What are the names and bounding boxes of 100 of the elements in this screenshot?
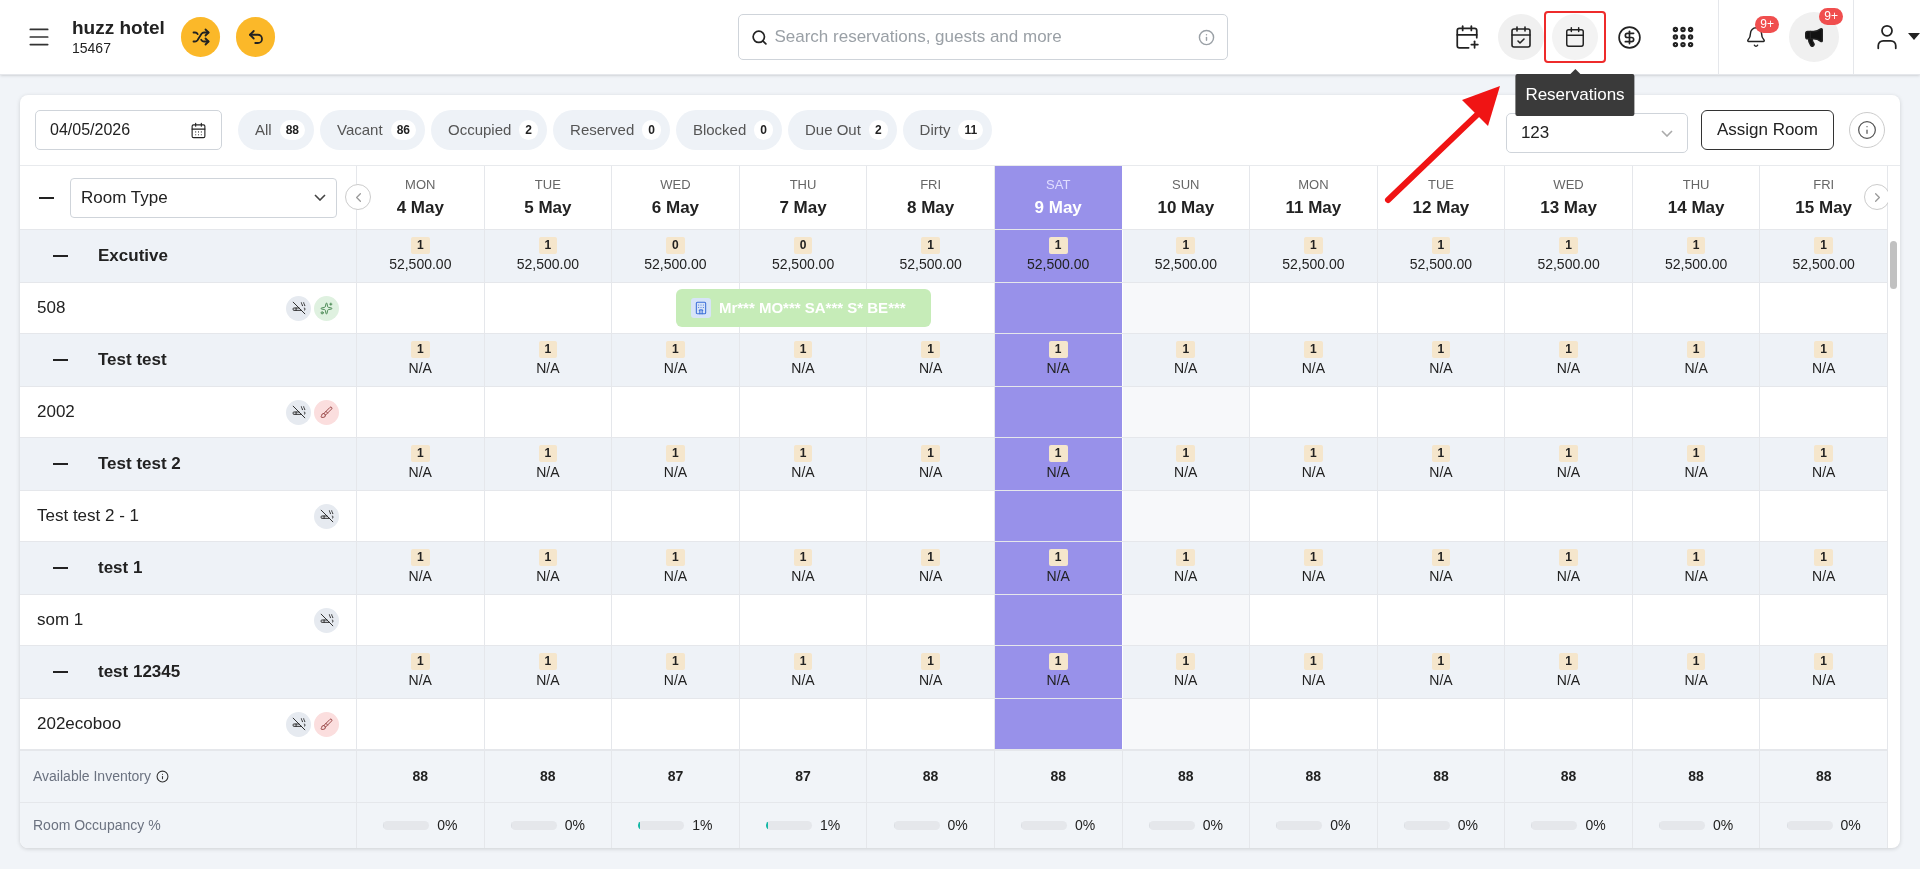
date-field[interactable]: 04/05/2026 bbox=[35, 110, 222, 150]
info-icon bbox=[1198, 28, 1215, 46]
rate-plan-select[interactable]: 123 bbox=[1505, 113, 1688, 153]
day-header: MON 11 May bbox=[1250, 166, 1378, 229]
inventory-count: 88 bbox=[922, 767, 939, 786]
available-count: 1 bbox=[1559, 445, 1578, 462]
booking-cell[interactable] bbox=[1122, 699, 1251, 749]
shuffle-icon bbox=[191, 28, 210, 46]
rate-text: N/A bbox=[1556, 359, 1581, 378]
available-count: 1 bbox=[1814, 653, 1834, 670]
rate-text: N/A bbox=[1684, 671, 1708, 690]
calendar-check-button[interactable] bbox=[1498, 14, 1544, 60]
day-header: TUE 12 May bbox=[1377, 166, 1506, 229]
minus-icon bbox=[38, 196, 54, 199]
inventory-count: 88 bbox=[412, 767, 429, 786]
filter-chip[interactable]: Occupied 2 bbox=[431, 110, 548, 150]
available-count: 1 bbox=[1559, 237, 1578, 254]
available-count: 1 bbox=[1048, 653, 1068, 670]
available-count: 1 bbox=[1176, 341, 1196, 358]
available-count: 0 bbox=[666, 237, 685, 254]
rate-text: N/A bbox=[791, 567, 815, 586]
available-count: 1 bbox=[538, 653, 558, 670]
occupancy-percent: 0% bbox=[1330, 816, 1351, 835]
search-field[interactable]: Search reservations, guests and more bbox=[738, 14, 1228, 60]
scrollbar-thumb[interactable] bbox=[1890, 241, 1897, 289]
room-type-name: Test test 2 bbox=[98, 453, 181, 476]
rate-text: N/A bbox=[1556, 567, 1581, 586]
dollar-icon bbox=[1616, 24, 1642, 50]
inventory-label: Available Inventory bbox=[33, 767, 152, 786]
occupancy-percent: 0% bbox=[1202, 816, 1223, 835]
rate-plan-value: 123 bbox=[1520, 122, 1550, 145]
rate-text: 52,500.00 bbox=[771, 255, 835, 274]
room-type-name: Test test bbox=[98, 349, 167, 372]
day-header: FRI 8 May bbox=[867, 166, 995, 229]
day-header: THU 14 May bbox=[1632, 166, 1761, 229]
occupancy-percent: 0% bbox=[1585, 816, 1606, 835]
available-count: 1 bbox=[1814, 445, 1834, 462]
notification-count: 9+ bbox=[1755, 16, 1779, 33]
booking-cell[interactable] bbox=[1122, 491, 1251, 541]
minus-icon bbox=[52, 359, 68, 361]
booking-cell[interactable] bbox=[1122, 387, 1251, 437]
available-count: 1 bbox=[1176, 549, 1196, 566]
inventory-count: 87 bbox=[795, 767, 811, 786]
group-by-select[interactable]: Room Type bbox=[70, 177, 337, 218]
calendar-icon bbox=[1564, 26, 1586, 48]
occupancy-percent: 0% bbox=[564, 816, 585, 835]
available-count: 1 bbox=[1304, 341, 1323, 358]
available-count: 1 bbox=[1431, 653, 1451, 670]
day-header: SAT 9 May bbox=[994, 166, 1123, 229]
rate-text: 52,500.00 bbox=[516, 255, 579, 274]
occupancy-percent: 0% bbox=[1840, 816, 1861, 835]
apps-icon bbox=[1670, 24, 1696, 50]
megaphone-icon bbox=[1803, 26, 1825, 48]
rate-text: N/A bbox=[663, 671, 688, 690]
booking-cell[interactable] bbox=[1122, 595, 1251, 645]
shuffle-button[interactable] bbox=[180, 17, 221, 57]
undo-button[interactable] bbox=[236, 17, 276, 57]
filter-chip[interactable]: Dirty 11 bbox=[902, 110, 993, 150]
reservations-button[interactable] bbox=[1552, 14, 1598, 60]
rate-text: 52,500.00 bbox=[899, 255, 962, 274]
available-count: 1 bbox=[1176, 653, 1196, 670]
available-count: 1 bbox=[1814, 341, 1834, 358]
occupancy-label: Room Occupancy % bbox=[33, 816, 161, 835]
inventory-count: 88 bbox=[1688, 767, 1704, 786]
rate-text: 52,500.00 bbox=[389, 255, 452, 274]
assign-room-button[interactable]: Assign Room bbox=[1700, 110, 1834, 150]
announcement-count: 9+ bbox=[1819, 8, 1843, 25]
rate-text: 52,500.00 bbox=[1154, 255, 1217, 274]
rate-text: N/A bbox=[663, 567, 688, 586]
rate-text: N/A bbox=[1174, 671, 1198, 690]
notifications-button[interactable]: 9+ bbox=[1733, 14, 1779, 60]
available-count: 1 bbox=[538, 237, 558, 254]
filter-chip[interactable]: Due Out 2 bbox=[788, 110, 897, 150]
search-input[interactable]: Search reservations, guests and more bbox=[774, 24, 1192, 50]
available-count: 1 bbox=[666, 445, 685, 462]
booking-cell[interactable] bbox=[1122, 283, 1251, 333]
rate-text: N/A bbox=[1684, 463, 1708, 482]
available-count: 1 bbox=[666, 653, 685, 670]
day-header: SUN 10 May bbox=[1122, 166, 1251, 229]
filter-chip[interactable]: Reserved 0 bbox=[553, 110, 670, 150]
filter-chip[interactable]: Blocked 0 bbox=[675, 110, 782, 150]
rate-text: 52,500.00 bbox=[1792, 255, 1855, 274]
filter-chip[interactable]: Vacant 86 bbox=[320, 110, 425, 150]
available-count: 1 bbox=[1559, 341, 1578, 358]
filter-chip[interactable]: All 88 bbox=[238, 110, 315, 150]
room-type-name: test 12345 bbox=[98, 661, 181, 684]
occupancy-percent: 0% bbox=[947, 816, 968, 835]
available-count: 1 bbox=[538, 445, 558, 462]
available-count: 1 bbox=[1304, 549, 1323, 566]
rate-text: 52,500.00 bbox=[1664, 255, 1728, 274]
occupancy-percent: 1% bbox=[819, 816, 841, 835]
available-count: 1 bbox=[1559, 653, 1578, 670]
minus-icon bbox=[52, 463, 68, 465]
available-count: 1 bbox=[921, 341, 940, 358]
rate-text: N/A bbox=[918, 359, 943, 378]
available-count: 1 bbox=[410, 237, 430, 254]
rate-text: N/A bbox=[1812, 671, 1836, 690]
rate-text: N/A bbox=[1812, 567, 1836, 586]
date-value: 04/05/2026 bbox=[50, 120, 131, 140]
undo-icon bbox=[246, 28, 265, 46]
